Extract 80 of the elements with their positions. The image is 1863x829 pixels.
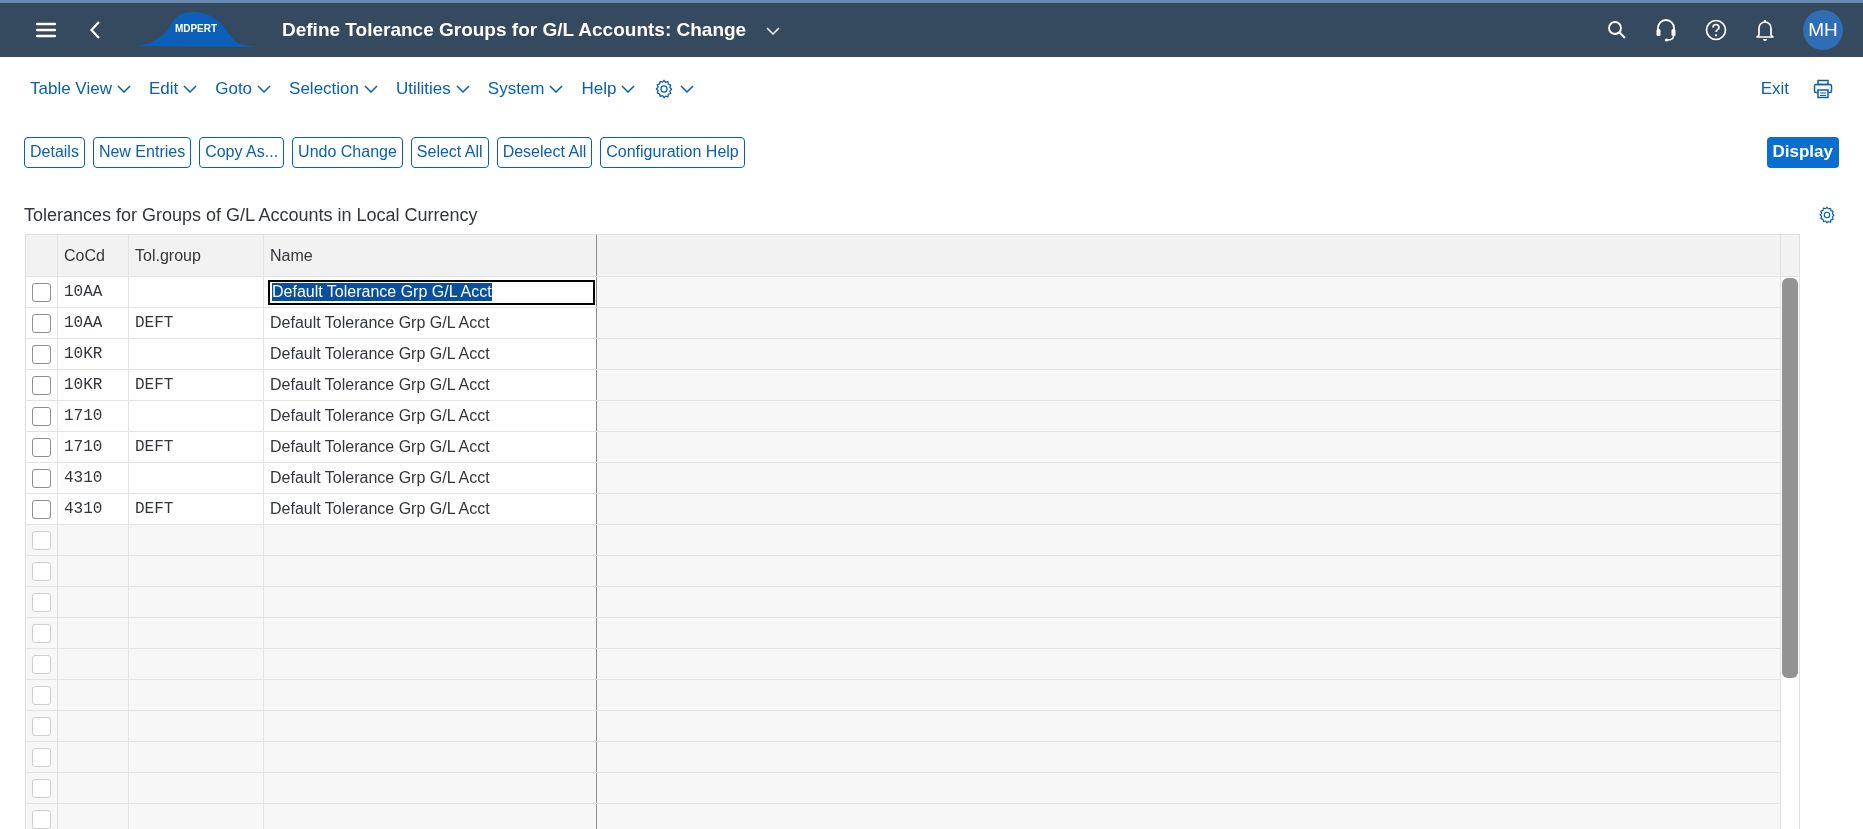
chevron-down-icon <box>621 85 636 93</box>
chevron-down-icon <box>549 85 564 93</box>
row-checkbox[interactable] <box>32 375 51 395</box>
row-checkbox[interactable] <box>32 468 51 488</box>
toolbar-button[interactable]: Undo Change <box>292 136 403 168</box>
table-cell: DEFT <box>135 376 174 394</box>
row-checkbox[interactable] <box>32 406 51 426</box>
headset-icon[interactable] <box>1655 18 1677 42</box>
row-checkbox[interactable] <box>32 530 51 550</box>
menu-item[interactable]: Help <box>581 79 636 99</box>
row-checkbox[interactable] <box>32 499 51 519</box>
table-cell: Default Tolerance Grp G/L Acct <box>270 500 490 518</box>
table-cell: Default Tolerance Grp G/L Acct <box>270 407 490 425</box>
company-logo[interactable]: MDPERT <box>136 10 256 50</box>
chevron-down-icon <box>455 85 470 93</box>
table-cell: 10KR <box>64 345 103 363</box>
menu-item[interactable]: Selection <box>289 79 378 99</box>
menu-item[interactable]: System <box>487 79 564 99</box>
scrollbar-track[interactable] <box>1780 235 1799 829</box>
display-button[interactable]: Display <box>1766 136 1839 168</box>
column-header[interactable]: Tol.group <box>135 246 201 265</box>
notification-bell-icon[interactable] <box>1755 18 1775 42</box>
search-icon[interactable] <box>1607 20 1627 40</box>
table-cell: 1710 <box>64 438 103 456</box>
table-cell: 1710 <box>64 407 103 425</box>
chevron-down-icon <box>116 85 131 93</box>
toolbar-button[interactable]: Copy As... <box>199 136 285 168</box>
row-checkbox[interactable] <box>32 685 51 705</box>
chevron-down-icon <box>183 85 198 93</box>
table-cell: 4310 <box>64 500 103 518</box>
table-cell: Default Tolerance Grp G/L Acct <box>270 438 490 456</box>
toolbar-button[interactable]: Details <box>24 136 85 168</box>
row-checkbox[interactable] <box>32 778 51 798</box>
toolbar-button[interactable]: Select All <box>410 136 489 168</box>
table-cell: DEFT <box>135 314 174 332</box>
page-title: Define Tolerance Groups for G/L Accounts: Change <box>282 19 747 41</box>
row-checkbox[interactable] <box>32 747 51 767</box>
table-cell: Default Tolerance Grp G/L Acct <box>270 469 490 487</box>
menu-item[interactable]: Table View <box>30 79 131 99</box>
row-checkbox[interactable] <box>32 809 51 829</box>
chevron-down-icon <box>257 85 272 93</box>
row-checkbox[interactable] <box>32 654 51 674</box>
table-cell: Default Tolerance Grp G/L Acct <box>270 345 490 363</box>
table-cell: 10AA <box>64 314 103 332</box>
column-header[interactable]: Name <box>270 246 313 265</box>
table-cell: 4310 <box>64 469 103 487</box>
menu-item[interactable]: Goto <box>215 79 272 99</box>
column-header[interactable]: CoCd <box>64 246 105 265</box>
table-cell: Default Tolerance Grp G/L Acct <box>270 314 490 332</box>
table-cell: Default Tolerance Grp G/L Acct <box>270 376 490 394</box>
toolbar-button[interactable]: New Entries <box>92 136 192 168</box>
chevron-down-icon <box>680 85 695 93</box>
menu-item[interactable]: Edit <box>148 79 198 99</box>
back-icon[interactable] <box>90 21 100 39</box>
exit-link[interactable]: Exit <box>1760 79 1789 99</box>
menu-item[interactable]: Utilities <box>396 79 470 99</box>
name-input-field[interactable]: Default Tolerance Grp G/L Acct <box>268 279 595 305</box>
row-checkbox[interactable] <box>32 282 51 302</box>
settings-icon[interactable] <box>1817 205 1837 225</box>
toolbar-button[interactable]: Configuration Help <box>600 136 745 168</box>
user-avatar[interactable]: MH <box>1803 10 1843 50</box>
row-checkbox[interactable] <box>32 437 51 457</box>
printer-icon[interactable] <box>1813 79 1833 99</box>
help-icon[interactable] <box>1705 19 1727 41</box>
chevron-down-icon <box>364 85 378 93</box>
chevron-down-icon <box>766 27 781 35</box>
table-cell: DEFT <box>135 438 174 456</box>
row-checkbox[interactable] <box>32 313 51 333</box>
row-checkbox[interactable] <box>32 623 51 643</box>
table-title: Tolerances for Groups of G/L Accounts in Local Currency <box>24 204 478 226</box>
table-cell: 10AA <box>64 283 103 301</box>
table-cell: DEFT <box>135 500 174 518</box>
row-checkbox[interactable] <box>32 592 51 612</box>
scrollbar-thumb[interactable] <box>1782 278 1798 678</box>
row-checkbox[interactable] <box>32 716 51 736</box>
toolbar-button[interactable]: Deselect All <box>496 136 593 168</box>
row-checkbox[interactable] <box>32 561 51 581</box>
menu-icon[interactable] <box>36 22 56 38</box>
row-checkbox[interactable] <box>32 344 51 364</box>
table-cell: 10KR <box>64 376 103 394</box>
